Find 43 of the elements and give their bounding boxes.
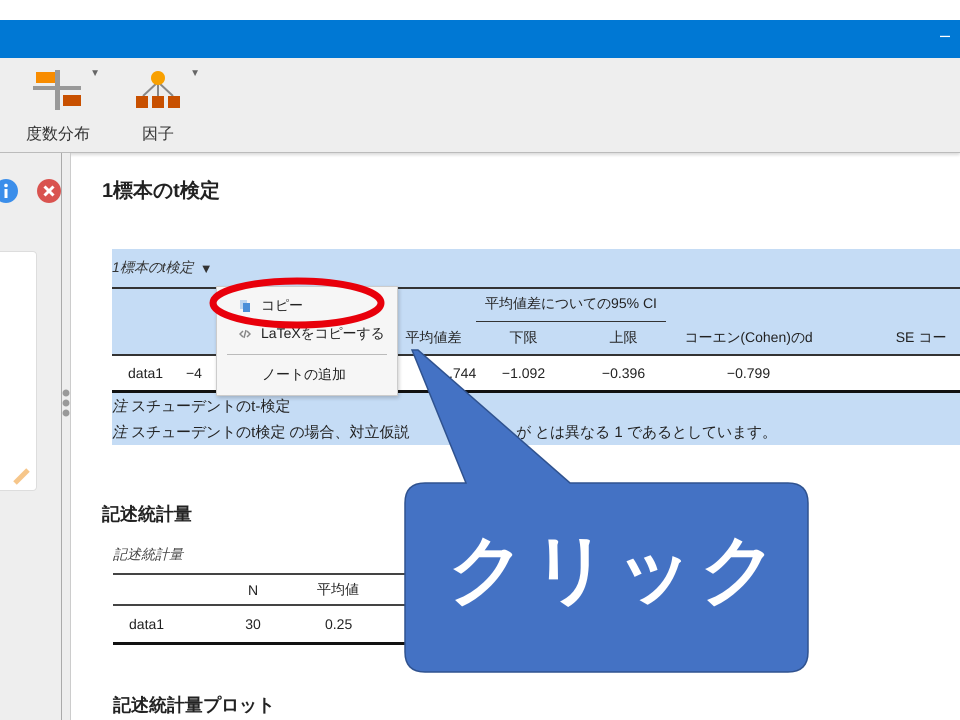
toolbar-button-label[interactable]: 度数分布 [26, 124, 90, 145]
column-header: コーエン(Cohen)のd [684, 328, 813, 344]
table-title: 記述統計量 [113, 546, 186, 564]
dropdown-toggle[interactable]: ▼ [200, 260, 213, 276]
frequency-chart-icon [33, 70, 83, 110]
table-cell: −0.396 [602, 365, 646, 381]
dropdown-arrow[interactable]: ▼ [190, 68, 200, 79]
section-heading: 記述統計量 [102, 503, 193, 526]
table-note: 注 スチューデントのt-検定 [112, 396, 290, 416]
table-cell: 0.25 [325, 616, 352, 632]
table-note: 注 スチューデントのt検定 の場合、対立仮説 [112, 424, 410, 440]
section-heading: 記述統計量プロット [113, 694, 276, 717]
table-note: が とは異なる 1 であるとしています。 [516, 422, 777, 442]
column-header: N [248, 582, 258, 598]
copy-icon [239, 300, 251, 312]
code-icon [239, 328, 251, 340]
drag-handle-icon[interactable] [62, 389, 70, 417]
column-header: 平均値差 [406, 328, 462, 344]
table-cell: −0.799 [726, 365, 770, 381]
menu-item[interactable]: LaTeXをコピーする [217, 320, 397, 348]
table-cell: −1.092 [502, 365, 546, 381]
column-group-header: 平均値差についての95% CI [476, 288, 666, 322]
toolbar-button-label[interactable]: 因子 [142, 124, 174, 145]
callout-text: クリック [448, 532, 784, 608]
results-title: 1標本のt検定 [102, 178, 221, 203]
close-icon[interactable] [37, 179, 61, 203]
hierarchy-icon [133, 70, 183, 110]
column-header: SE コー [896, 328, 946, 344]
dropdown-arrow[interactable]: ▼ [90, 68, 100, 79]
menu-item[interactable]: コピー [217, 292, 397, 320]
minimize-button[interactable]: – [940, 24, 950, 46]
table-cell: −4 [186, 365, 202, 381]
table-cell: data1 [128, 365, 164, 381]
menu-item[interactable]: ノートの追加 [217, 361, 397, 389]
column-header: 平均値 [317, 580, 359, 596]
pencil-icon [12, 466, 32, 486]
column-header: 上限 [610, 328, 638, 344]
table-title: 1標本のt検定 [112, 259, 194, 277]
table-cell: data1 [129, 616, 164, 632]
table-cell: 30 [245, 616, 261, 632]
column-header: 下限 [510, 328, 538, 344]
info-icon[interactable] [0, 179, 18, 203]
table-cell: .744 [449, 365, 476, 381]
